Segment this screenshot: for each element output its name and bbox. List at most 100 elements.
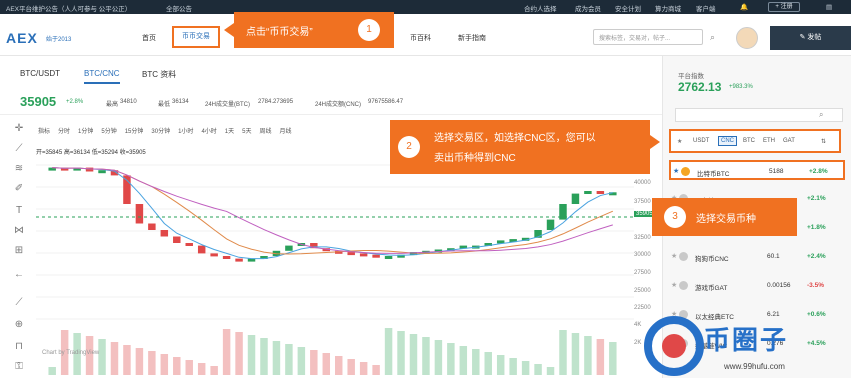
favorite-star-icon[interactable]: ★ [671, 252, 677, 260]
nav-coin-trade[interactable]: 币币交易 [172, 26, 220, 48]
tab-btc-info[interactable]: BTC 资料 [142, 69, 176, 80]
favorite-star-icon[interactable]: ★ [671, 281, 677, 289]
lock-icon[interactable]: ⚿ [12, 360, 26, 374]
period-option[interactable]: 指标 [38, 129, 50, 135]
volume-bar [384, 328, 393, 375]
volume-bar [359, 362, 368, 375]
candle [372, 254, 380, 258]
watermark-logo-icon [644, 316, 704, 376]
coin-row[interactable]: ★ 狗狗币CNC 60.1 +2.4% [669, 247, 845, 267]
volume-bar [496, 355, 505, 375]
nav-home[interactable]: 首页 [142, 33, 156, 43]
market-tab-cnc[interactable]: CNC [718, 136, 737, 146]
market-tab-btc[interactable]: BTC [743, 138, 755, 144]
top-link-2[interactable]: 成为会员 [575, 3, 601, 13]
tab-btc-usdt[interactable]: BTC/USDT [20, 69, 60, 78]
candle [359, 253, 368, 257]
candle [85, 167, 94, 172]
avatar[interactable] [736, 27, 758, 49]
sort-icon[interactable]: ⇅ [821, 138, 826, 145]
period-option[interactable]: 周线 [259, 129, 271, 135]
coin-row[interactable]: ★ 比特币BTC 5188 +2.8% [669, 160, 845, 180]
period-option[interactable]: 5天 [242, 129, 251, 135]
coin-row[interactable]: ★ 游戏币GAT 0.00156 -3.5% [669, 276, 845, 296]
volume-bar [447, 343, 455, 375]
volume-bar [260, 338, 268, 375]
market-tab-usdt[interactable]: USDT [693, 138, 709, 144]
volume-value: 2784.273695 [258, 99, 294, 105]
tradingview-credit[interactable]: Chart by TradingView [42, 350, 99, 356]
coin-change: +1.8% [807, 224, 826, 231]
measure-icon[interactable]: ⊞ [12, 244, 26, 258]
volume-bar [310, 350, 318, 375]
search-icon[interactable]: ⌕ [710, 32, 715, 43]
back-arrow-icon[interactable]: ← [12, 268, 26, 282]
candle [347, 252, 355, 256]
logo-subtitle: 始于2013 [46, 37, 72, 43]
period-option[interactable]: 1天 [225, 129, 234, 135]
ruler-icon[interactable]: ⟋ [12, 296, 26, 310]
market-search-input[interactable] [675, 108, 843, 122]
line-tool-icon[interactable]: ⟋ [12, 142, 26, 156]
menu-icon[interactable]: ▤ [826, 3, 832, 11]
period-option[interactable]: 4小时 [201, 129, 216, 135]
nav-beginner-guide[interactable]: 新手指南 [458, 33, 486, 43]
candle [584, 191, 592, 194]
crosshair-icon[interactable]: ✛ [12, 122, 26, 136]
callout-step-3: 3 选择交易币种 [652, 198, 797, 236]
period-option[interactable]: 月线 [279, 129, 291, 135]
candle [197, 245, 206, 254]
period-option[interactable]: 1分钟 [78, 129, 93, 135]
coin-change: +2.1% [807, 195, 826, 202]
index-label: 平台指数 [678, 73, 704, 80]
volume-bar [534, 364, 542, 375]
coin-icon [679, 281, 688, 290]
top-bar: AEX平台维护公告（人人可参与 公平公正） 全部公告 合约人选择 成为会员 安全… [0, 0, 851, 14]
post-button[interactable]: ✎ 发帖 [770, 26, 851, 50]
search-input[interactable]: 搜索标签，交易对，帖子... [593, 29, 703, 45]
logo[interactable]: AEX [6, 30, 38, 46]
post-button-label: 发帖 [807, 34, 822, 41]
bell-icon[interactable]: 🔔 [740, 3, 748, 11]
kline-chart[interactable] [36, 155, 634, 375]
callout-arrow [224, 23, 234, 37]
top-link-1[interactable]: 合约人选择 [524, 3, 557, 13]
period-option[interactable]: 1小时 [178, 129, 193, 135]
period-option[interactable]: 30分钟 [151, 129, 170, 135]
top-link-3[interactable]: 安全计划 [615, 3, 641, 13]
market-tab-eth[interactable]: ETH [763, 138, 775, 144]
coin-change: +2.8% [809, 168, 828, 175]
volume-bar [210, 366, 218, 375]
text-tool-icon[interactable]: T [12, 204, 26, 218]
volume-bar [559, 330, 567, 375]
brush-icon[interactable]: ✐ [12, 182, 26, 196]
period-option[interactable]: 分时 [58, 129, 70, 135]
ticker-row: 35905 +2.8% 最高 34810 最低 36134 24H成交量(BTC… [0, 90, 662, 112]
last-price: 35905 [20, 94, 57, 109]
top-link-5[interactable]: 客户端 [696, 3, 716, 13]
volume-bar [98, 339, 106, 375]
favorite-star-icon[interactable]: ★ [673, 167, 679, 175]
market-tab-gat[interactable]: GAT [783, 138, 795, 144]
fib-tool-icon[interactable]: ≋ [12, 162, 26, 176]
zoom-icon[interactable]: ⊕ [12, 318, 26, 332]
period-option[interactable]: 15分钟 [125, 129, 144, 135]
candle [384, 256, 393, 259]
tab-btc-cnc[interactable]: BTC/CNC [84, 69, 120, 84]
top-link-4[interactable]: 算力商城 [655, 3, 681, 13]
y-tick: 25000 [634, 288, 651, 294]
volume-bar [185, 360, 193, 375]
register-button[interactable]: + 注册 [768, 2, 800, 12]
pattern-tool-icon[interactable]: ⋈ [12, 224, 26, 238]
all-notices-link[interactable]: 全部公告 [166, 3, 192, 13]
notice-link[interactable]: AEX平台维护公告（人人可参与 公平公正） [6, 3, 131, 13]
search-icon[interactable]: ⌕ [819, 110, 823, 120]
coin-price: 60.1 [767, 253, 780, 260]
coin-price: 5188 [769, 168, 784, 175]
favorites-star-icon[interactable]: ★ [677, 138, 682, 145]
nav-coin-wiki[interactable]: 币百科 [410, 33, 431, 43]
period-option[interactable]: 5分钟 [101, 129, 116, 135]
magnet-icon[interactable]: ⊓ [12, 340, 26, 354]
callout-1-number: 1 [358, 19, 380, 41]
callout-3-number: 3 [664, 206, 686, 228]
